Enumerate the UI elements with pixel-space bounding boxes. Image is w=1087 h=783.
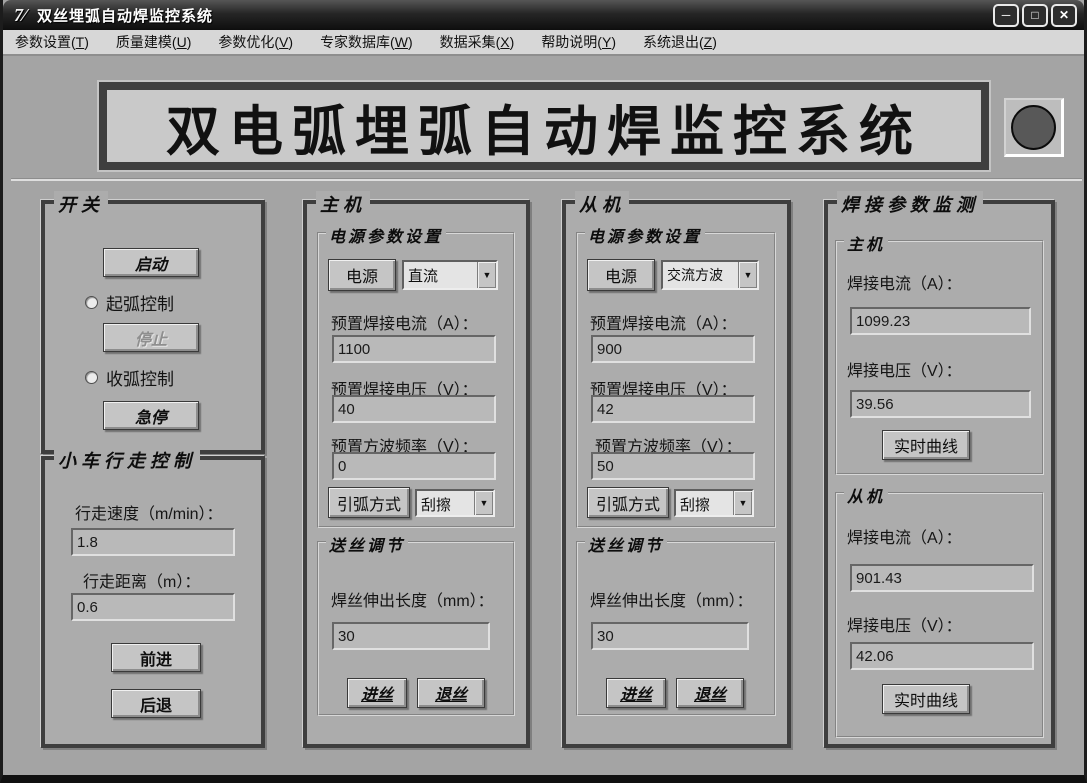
slave-weld-current-field[interactable] [850,564,1034,592]
weld-voltage-label: 焊接电压（V）： [847,363,962,380]
banner: 双电弧埋弧自动焊监控系统 [99,82,989,170]
wire-group-title: 送丝调节 [585,532,668,556]
close-button[interactable]: ✕ [1051,3,1077,27]
master-preset-voltage-field[interactable] [332,395,496,423]
master-wire-feed-button[interactable]: 进丝 [347,678,407,708]
slave-realtime-curve-button[interactable]: 实时曲线 [882,684,970,714]
master-weld-voltage-field[interactable] [850,390,1031,418]
chevron-down-icon[interactable]: ▼ [733,491,752,515]
slave-power-group: 电源参数设置 电源 交流方波 ▼ 预置焊接电流（A）： 预置焊接电压（V）： 预… [576,223,776,528]
arc-start-radio[interactable]: 起弧控制 [85,290,174,315]
maximize-button[interactable]: □ [1022,3,1048,27]
slave-panel-title: 从机 [575,191,629,217]
app-icon: 7⁄ [13,5,26,25]
wire-group-title: 送丝调节 [326,532,409,556]
chevron-down-icon[interactable]: ▼ [474,491,493,515]
client-area: 双电弧埋弧自动焊监控系统 开关 启动 起弧控制 停止 收弧控制 急停 小车行走控… [3,56,1084,773]
slave-stickout-field[interactable] [591,622,749,650]
slave-wire-group: 送丝调节 焊丝伸出长度（mm）： 进丝 退丝 [576,532,776,716]
title-bar: 7⁄ 双丝埋弧自动焊监控系统 ─ □ ✕ [3,0,1084,30]
power-group-title: 电源参数设置 [585,223,706,247]
slave-preset-current-field[interactable] [591,335,755,363]
master-preset-current-field[interactable] [332,335,496,363]
menu-item-help[interactable]: 帮助说明(Y) [541,32,616,52]
slave-panel: 从机 电源参数设置 电源 交流方波 ▼ 预置焊接电流（A）： 预置焊接电压（V）… [562,191,791,748]
master-panel-title: 主机 [316,191,370,217]
master-preset-frequency-field[interactable] [332,452,496,480]
menu-item-expert-database[interactable]: 专家数据库(W) [320,32,413,52]
forward-button[interactable]: 前进 [111,643,201,672]
minimize-button[interactable]: ─ [993,3,1019,27]
preset-current-label: 预置焊接电流（A）： [331,316,478,333]
master-wire-retract-button[interactable]: 退丝 [417,678,485,708]
window-controls: ─ □ ✕ [993,3,1077,27]
slave-preset-voltage-field[interactable] [591,395,755,423]
master-panel: 主机 电源参数设置 电源 直流 ▼ 预置焊接电流（A）： 预置焊接电压（V）： … [303,191,530,748]
master-power-button[interactable]: 电源 [328,259,396,291]
menu-item-quality-modeling[interactable]: 质量建模(U) [116,32,191,52]
weld-current-label: 焊接电流（A）： [847,530,962,547]
travel-distance-field[interactable] [71,593,235,621]
status-indicator-box [1004,98,1064,157]
start-button[interactable]: 启动 [103,248,199,277]
master-weld-current-field[interactable] [850,307,1031,335]
slave-power-mode-dropdown[interactable]: 交流方波 ▼ [661,260,759,290]
master-arc-start-mode-button[interactable]: 引弧方式 [328,487,410,518]
slave-preset-frequency-field[interactable] [591,452,755,480]
status-lamp-icon [1011,104,1056,150]
arc-end-radio[interactable]: 收弧控制 [85,365,174,390]
menu-item-parameter-optimization[interactable]: 参数优化(V) [218,32,293,52]
monitor-slave-title: 从机 [844,483,889,507]
monitor-master-group: 主机 焊接电流（A）： 焊接电压（V）： 实时曲线 [835,231,1044,475]
monitor-panel: 焊接参数监测 主机 焊接电流（A）： 焊接电压（V）： 实时曲线 从机 焊接电流… [824,191,1055,748]
banner-title: 双电弧埋弧自动焊监控系统 [166,101,922,162]
chevron-down-icon[interactable]: ▼ [477,262,496,288]
menu-item-exit[interactable]: 系统退出(Z) [643,32,717,52]
menu-bar: 参数设置(T) 质量建模(U) 参数优化(V) 专家数据库(W) 数据采集(X)… [3,30,1084,56]
switch-panel: 开关 启动 起弧控制 停止 收弧控制 急停 [41,191,265,454]
app-window: 7⁄ 双丝埋弧自动焊监控系统 ─ □ ✕ 参数设置(T) 质量建模(U) 参数优… [0,0,1087,783]
emergency-stop-button[interactable]: 急停 [103,401,199,430]
monitor-slave-group: 从机 焊接电流（A）： 焊接电压（V）： 实时曲线 [835,483,1044,738]
switch-panel-title: 开关 [54,191,108,217]
radio-icon [85,371,98,384]
carriage-panel: 小车行走控制 行走速度（m/min）： 行走距离（m）： 前进 后退 [41,447,265,748]
travel-speed-label: 行走速度（m/min）： [75,506,223,523]
master-power-mode-dropdown[interactable]: 直流 ▼ [402,260,498,290]
backward-button[interactable]: 后退 [111,689,201,718]
monitor-master-title: 主机 [844,231,889,255]
menu-item-parameter-settings[interactable]: 参数设置(T) [15,32,89,52]
monitor-panel-title: 焊接参数监测 [837,191,983,217]
slave-weld-voltage-field[interactable] [850,642,1034,670]
preset-current-label: 预置焊接电流（A）： [590,316,737,333]
master-wire-group: 送丝调节 焊丝伸出长度（mm）： 进丝 退丝 [317,532,515,716]
master-realtime-curve-button[interactable]: 实时曲线 [882,430,970,460]
power-group-title: 电源参数设置 [326,223,447,247]
weld-current-label: 焊接电流（A）： [847,276,962,293]
horizontal-divider [11,179,1082,181]
slave-arc-start-mode-button[interactable]: 引弧方式 [587,487,669,518]
stickout-label: 焊丝伸出长度（mm）： [331,593,494,610]
window-title: 双丝埋弧自动焊监控系统 [37,7,214,25]
master-power-group: 电源参数设置 电源 直流 ▼ 预置焊接电流（A）： 预置焊接电压（V）： 预置方… [317,223,515,528]
slave-arc-mode-dropdown[interactable]: 刮擦 ▼ [674,489,754,517]
weld-voltage-label: 焊接电压（V）： [847,618,962,635]
travel-distance-label: 行走距离（m）： [83,574,201,591]
travel-speed-field[interactable] [71,528,235,556]
slave-wire-feed-button[interactable]: 进丝 [606,678,666,708]
slave-wire-retract-button[interactable]: 退丝 [676,678,744,708]
chevron-down-icon[interactable]: ▼ [738,262,757,288]
menu-item-data-acquisition[interactable]: 数据采集(X) [440,32,515,52]
carriage-panel-title: 小车行走控制 [54,447,200,473]
slave-power-button[interactable]: 电源 [587,259,655,291]
master-arc-mode-dropdown[interactable]: 刮擦 ▼ [415,489,495,517]
radio-icon [85,296,98,309]
master-stickout-field[interactable] [332,622,490,650]
stickout-label: 焊丝伸出长度（mm）： [590,593,753,610]
stop-button[interactable]: 停止 [103,323,199,352]
